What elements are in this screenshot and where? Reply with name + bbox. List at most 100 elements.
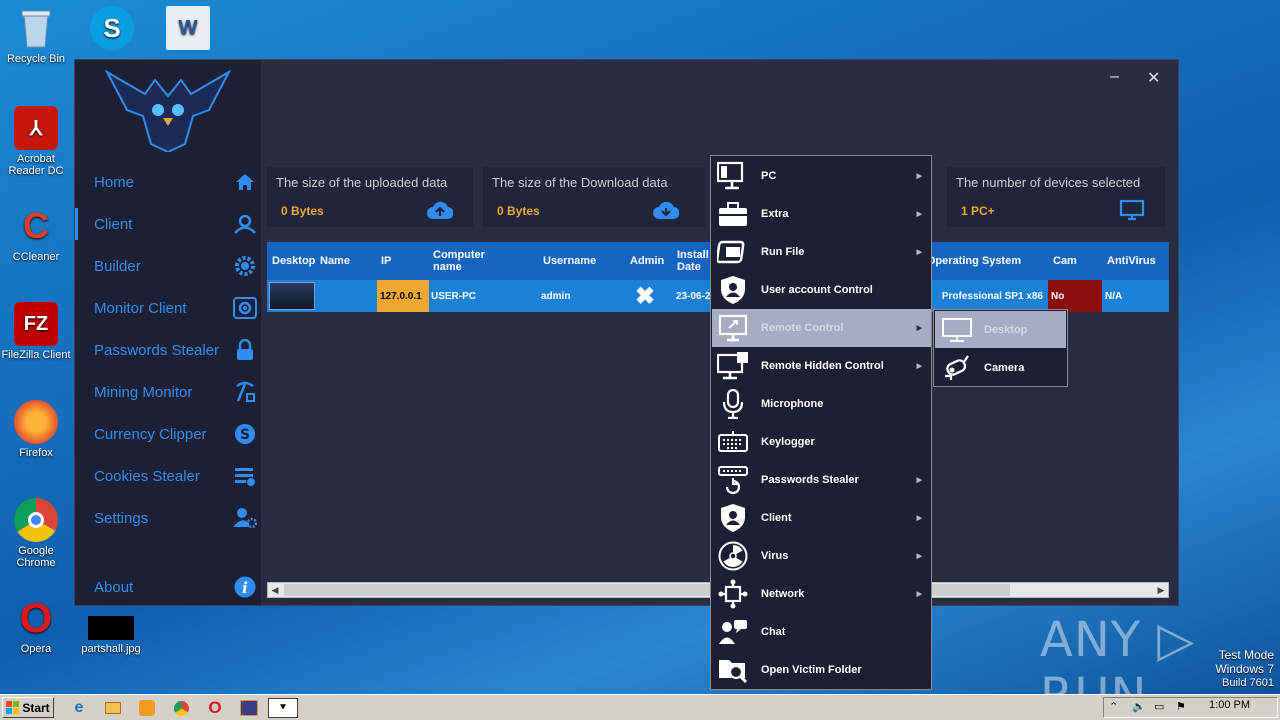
- menu-item-passwords-stealer[interactable]: Passwords Stealer ▶: [712, 461, 931, 499]
- nav-label: Currency Clipper: [94, 425, 207, 443]
- nav-monitor-client[interactable]: Monitor Client: [75, 292, 261, 324]
- eye-icon: [233, 296, 257, 320]
- skype-shortcut[interactable]: S: [76, 6, 148, 53]
- col-operating-system-label: Operating System: [931, 255, 1021, 267]
- word-shortcut[interactable]: W: [152, 6, 224, 53]
- menu-item-microphone[interactable]: Microphone: [712, 385, 931, 423]
- tray-chevron-icon[interactable]: ⌃: [1109, 700, 1118, 713]
- admin-cross-icon: ✖: [635, 282, 656, 310]
- menu-item-label: Remote Control: [761, 322, 844, 334]
- desktop-icon-label: Recycle Bin: [6, 53, 66, 65]
- menu-item-run-file[interactable]: Run File ▶: [712, 233, 931, 271]
- submenu-arrow-icon: ▶: [916, 591, 922, 598]
- explorer-taskbar-icon[interactable]: [102, 698, 124, 718]
- keyboard-icon: [715, 426, 751, 458]
- microphone-icon: [715, 388, 751, 420]
- ccleaner-icon: C: [23, 205, 49, 246]
- cell-operating-system: Professional SP1 x86: [931, 280, 1045, 312]
- menu-item-pc[interactable]: PC ▶: [712, 157, 931, 195]
- submenu-item-label: Desktop: [984, 323, 1028, 336]
- nav-about[interactable]: About i: [75, 571, 261, 603]
- downloaded-data-card: The size of the Download data 0 Bytes: [483, 167, 705, 227]
- cell-cam: No: [1048, 280, 1102, 312]
- desktop-icon-chrome[interactable]: Google Chrome: [0, 498, 72, 569]
- cell-name: [320, 280, 370, 312]
- submenu-item-desktop[interactable]: Desktop: [935, 311, 1066, 348]
- nav-home[interactable]: Home: [75, 166, 261, 198]
- shield-user-icon: [715, 274, 751, 306]
- menu-item-label: Passwords Stealer: [761, 474, 859, 486]
- start-button[interactable]: Start: [2, 697, 54, 718]
- desktop-icon-filezilla[interactable]: FZ FileZilla Client: [0, 302, 72, 361]
- scroll-left-arrow-icon[interactable]: ◀: [268, 583, 282, 597]
- menu-item-extra[interactable]: Extra ▶: [712, 195, 931, 233]
- coin-icon: S: [233, 422, 257, 446]
- minimize-button[interactable]: –: [1110, 68, 1119, 86]
- client-context-menu: PC ▶ Extra ▶ Run File ▶ User account Con…: [710, 155, 932, 690]
- menu-item-network[interactable]: Network ▶: [712, 575, 931, 613]
- menu-item-remote-control[interactable]: Remote Control ▶: [712, 309, 931, 347]
- col-username[interactable]: Username: [543, 242, 613, 280]
- test-mode-notice: Test Mode Windows 7 Build 7601: [1215, 648, 1274, 690]
- firefox-icon: [14, 400, 58, 444]
- desktop-icon-partshall[interactable]: partshall.jpg: [75, 616, 147, 655]
- menu-item-label: Client: [761, 512, 792, 524]
- col-desktop[interactable]: Desktop: [272, 242, 316, 280]
- network-icon: [715, 578, 751, 610]
- nav-builder[interactable]: Builder: [75, 250, 261, 282]
- submenu-item-camera[interactable]: Camera: [935, 349, 1066, 386]
- menu-item-virus[interactable]: Virus ▶: [712, 537, 931, 575]
- menu-item-label: Extra: [761, 208, 789, 220]
- menu-item-remote-hidden-control[interactable]: Remote Hidden Control ▶: [712, 347, 931, 385]
- system-tray: ⌃ 🔈 ▭ ⚑: [1103, 697, 1278, 718]
- menu-item-keylogger[interactable]: Keylogger: [712, 423, 931, 461]
- nav-cookies-stealer[interactable]: Cookies Stealer: [75, 460, 261, 492]
- card-value: 0 Bytes: [497, 204, 540, 218]
- col-antivirus[interactable]: AntiVirus: [1107, 242, 1167, 280]
- chrome-taskbar-icon[interactable]: [170, 698, 192, 718]
- nav-mining-monitor[interactable]: Mining Monitor: [75, 376, 261, 408]
- run-file-icon: [715, 236, 751, 268]
- col-computer-name[interactable]: Computer name: [433, 242, 497, 280]
- sidebar: Home Client Builder Monitor Client Passw…: [75, 60, 261, 605]
- col-name[interactable]: Name: [320, 242, 370, 280]
- rat-app-taskbar-icon[interactable]: [238, 698, 260, 718]
- menu-item-open-victim-folder[interactable]: Open Victim Folder: [712, 651, 931, 689]
- nav-passwords-stealer[interactable]: Passwords Stealer: [75, 334, 261, 366]
- desktop-icon-firefox[interactable]: Firefox: [0, 400, 72, 459]
- nav-label: Home: [94, 173, 135, 191]
- col-ip[interactable]: IP: [381, 242, 421, 280]
- media-player-taskbar-icon[interactable]: [136, 698, 158, 718]
- nav-client[interactable]: Client: [75, 208, 261, 240]
- menu-item-chat[interactable]: Chat: [712, 613, 931, 651]
- desktop-icon-acrobat[interactable]: ⅄ Acrobat Reader DC: [0, 106, 72, 177]
- nav-currency-clipper[interactable]: Currency Clipper S: [75, 418, 261, 450]
- desktop-icon-recycle-bin[interactable]: Recycle Bin: [0, 6, 72, 65]
- flag-icon[interactable]: ⚑: [1176, 700, 1186, 713]
- nav-settings[interactable]: Settings: [75, 502, 261, 534]
- home-icon: [233, 170, 257, 194]
- col-operating-system[interactable]: Operating System: [931, 242, 1021, 280]
- ie-taskbar-icon[interactable]: e: [68, 698, 90, 718]
- cell-username: admin: [541, 290, 571, 302]
- card-title: The number of devices selected: [956, 175, 1141, 190]
- opera-taskbar-icon[interactable]: O: [204, 698, 226, 718]
- desktop-icon-opera[interactable]: O Opera: [0, 594, 72, 655]
- active-window-taskbar-icon[interactable]: ⯆: [268, 698, 298, 718]
- desktop-thumbnail: [269, 280, 315, 312]
- submenu-arrow-icon: ▶: [916, 325, 922, 332]
- col-admin[interactable]: Admin: [630, 242, 670, 280]
- scroll-right-arrow-icon[interactable]: ▶: [1154, 583, 1168, 597]
- volume-icon[interactable]: 🔈: [1132, 700, 1146, 713]
- nav-label: Passwords Stealer: [94, 341, 220, 359]
- clock[interactable]: 1:00 PM: [1209, 699, 1250, 711]
- close-button[interactable]: ✕: [1147, 68, 1160, 88]
- start-label: Start: [22, 700, 50, 715]
- menu-item-client[interactable]: Client ▶: [712, 499, 931, 537]
- desktop-icon-ccleaner[interactable]: C CCleaner: [0, 204, 72, 263]
- acrobat-icon: ⅄: [14, 106, 58, 150]
- network-tray-icon[interactable]: ▭: [1154, 700, 1164, 713]
- cell-install-date: 23-06-2: [676, 290, 711, 302]
- menu-item-user-account-control[interactable]: User account Control: [712, 271, 931, 309]
- col-cam[interactable]: Cam: [1053, 242, 1093, 280]
